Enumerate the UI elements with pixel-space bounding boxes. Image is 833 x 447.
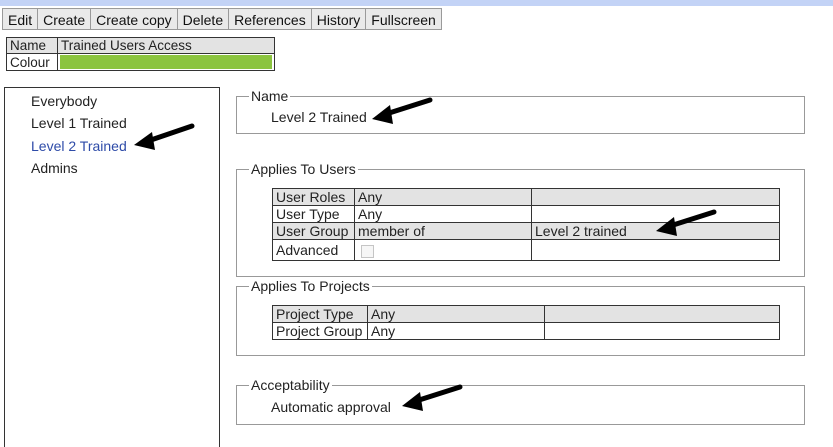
acceptability-legend: Acceptability xyxy=(249,377,332,393)
toolbar: Edit Create Create copy Delete Reference… xyxy=(2,8,442,30)
user-roles-label: User Roles xyxy=(272,188,355,206)
colour-label: Colour xyxy=(6,53,58,71)
user-roles-extra xyxy=(531,188,780,206)
project-type-label: Project Type xyxy=(272,305,368,323)
project-type-value[interactable]: Any xyxy=(367,305,545,323)
colour-swatch xyxy=(60,55,272,69)
user-roles-value[interactable]: Any xyxy=(354,188,532,206)
name-value: Trained Users Access xyxy=(57,37,275,54)
arrow-annotation-icon xyxy=(402,384,463,411)
project-group-extra xyxy=(544,322,780,340)
group-item-level-1-trained[interactable]: Level 1 Trained xyxy=(31,115,127,131)
name-fieldset: Name Level 2 Trained xyxy=(236,88,805,134)
project-group-label: Project Group xyxy=(272,322,368,340)
edit-button[interactable]: Edit xyxy=(2,8,39,30)
user-group-label: User Group xyxy=(272,222,355,240)
name-legend: Name xyxy=(249,88,291,104)
acceptability-value: Automatic approval xyxy=(271,399,391,415)
advanced-cell xyxy=(354,239,532,261)
group-item-everybody[interactable]: Everybody xyxy=(31,93,97,109)
applies-to-projects-legend: Applies To Projects xyxy=(249,278,372,294)
project-type-extra xyxy=(544,305,780,323)
advanced-label: Advanced xyxy=(272,239,355,261)
name-section-value: Level 2 Trained xyxy=(271,109,367,125)
applies-to-users-legend: Applies To Users xyxy=(249,161,358,177)
group-item-level-2-trained[interactable]: Level 2 Trained xyxy=(31,138,127,154)
arrow-annotation-icon xyxy=(134,123,195,150)
table-row: Project Group Any xyxy=(272,322,780,340)
applies-to-projects-fieldset: Applies To Projects Project Type Any Pro… xyxy=(236,278,805,356)
group-item-admins[interactable]: Admins xyxy=(31,160,78,176)
header-colour-row: Colour xyxy=(6,53,275,71)
table-row: Advanced xyxy=(272,239,780,261)
fullscreen-button[interactable]: Fullscreen xyxy=(365,8,442,30)
table-row: User Roles Any xyxy=(272,188,780,206)
references-button[interactable]: References xyxy=(228,8,312,30)
projects-criteria-table: Project Type Any Project Group Any xyxy=(272,305,780,340)
colour-cell xyxy=(57,53,275,71)
project-group-value[interactable]: Any xyxy=(367,322,545,340)
user-type-label: User Type xyxy=(272,205,355,223)
header-name-row: Name Trained Users Access xyxy=(6,37,275,54)
history-button[interactable]: History xyxy=(310,8,367,30)
arrow-annotation-icon xyxy=(372,97,433,124)
delete-button[interactable]: Delete xyxy=(176,8,230,30)
user-type-value[interactable]: Any xyxy=(354,205,532,223)
advanced-checkbox[interactable] xyxy=(361,244,374,258)
advanced-extra xyxy=(531,239,780,261)
access-header-table: Name Trained Users Access Colour xyxy=(6,37,275,71)
table-row: Project Type Any xyxy=(272,305,780,323)
create-button[interactable]: Create xyxy=(37,8,92,30)
name-label: Name xyxy=(6,37,58,54)
acceptability-fieldset: Acceptability Automatic approval xyxy=(236,377,805,425)
create-copy-button[interactable]: Create copy xyxy=(90,8,178,30)
arrow-annotation-icon xyxy=(656,209,717,236)
user-group-operator[interactable]: member of xyxy=(354,222,532,240)
top-strip xyxy=(0,0,833,6)
